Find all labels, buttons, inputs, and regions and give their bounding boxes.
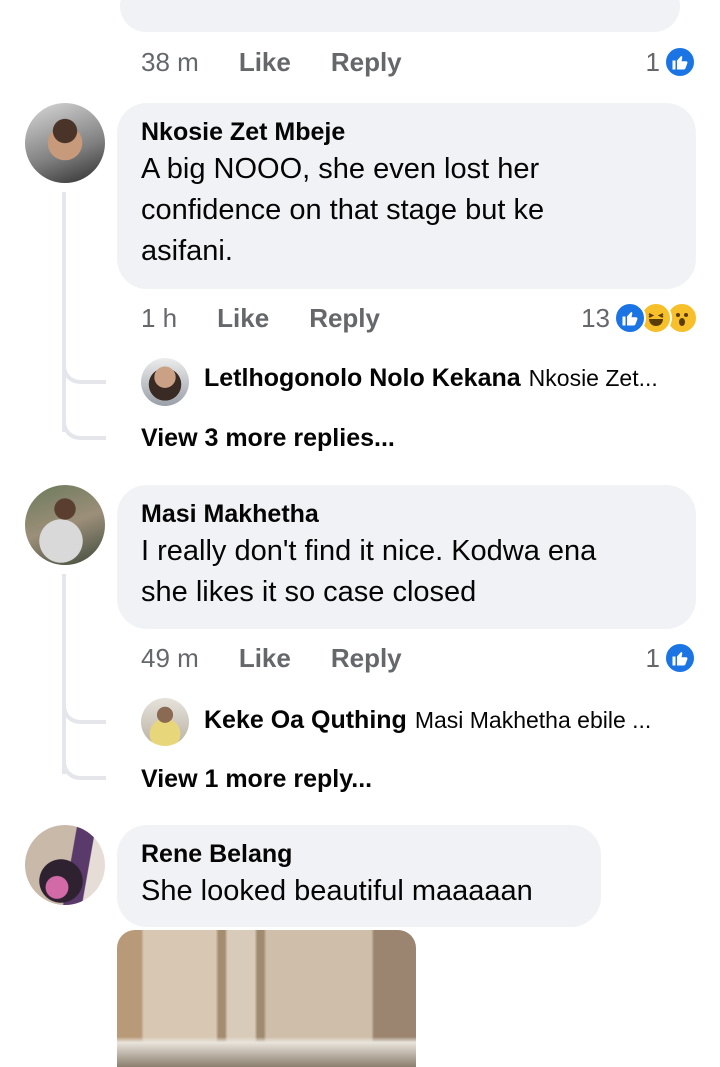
avatar[interactable] [141, 698, 189, 746]
avatar[interactable] [25, 103, 105, 183]
comment-bubble: Nkosie Zet Mbeje A big NOOO, she even lo… [117, 103, 696, 289]
comment-meta-row: 38 m Like Reply [141, 42, 442, 82]
view-more-replies-link[interactable]: View 1 more reply... [141, 765, 372, 794]
reply-snippet: Masi Makhetha ebile ... [414, 707, 652, 733]
reply-author: Letlhogonolo Nolo Kekana [204, 364, 521, 392]
reply-button[interactable]: Reply [309, 303, 380, 334]
comment-time: 49 m [141, 642, 199, 673]
reaction-summary[interactable]: 13 [581, 298, 698, 338]
comment-meta-row: 49 m Like Reply [141, 638, 442, 678]
thread-branch [62, 736, 106, 780]
thumbs-up-reaction-icon [614, 302, 646, 334]
comment-attached-image[interactable] [117, 930, 416, 1067]
avatar[interactable] [141, 358, 189, 406]
reaction-count: 1 [645, 642, 660, 673]
thread-branch [62, 340, 106, 384]
reply-preview[interactable]: Keke Oa Quthing Masi Makhetha ebile ... [204, 706, 651, 735]
reply-button[interactable]: Reply [331, 643, 402, 674]
reaction-summary[interactable]: 1 [646, 638, 696, 678]
comment-time: 38 m [141, 46, 199, 77]
like-button[interactable]: Like [239, 643, 291, 674]
reply-preview[interactable]: Letlhogonolo Nolo Kekana Nkosie Zet... [204, 364, 658, 393]
like-button[interactable]: Like [239, 47, 291, 78]
avatar[interactable] [25, 825, 105, 905]
thread-branch [62, 680, 106, 724]
reaction-count: 1 [645, 46, 660, 77]
comment-text: A big NOOO, she even lost her confidence… [141, 153, 545, 267]
comment-time: 1 h [141, 302, 178, 333]
comment-author[interactable]: Masi Makhetha [141, 499, 672, 529]
reaction-summary[interactable]: 1 [646, 42, 696, 82]
comment-meta-row: 1 h Like Reply [141, 298, 420, 338]
thumbs-up-reaction-icon [664, 642, 696, 674]
thread-branch [62, 396, 106, 440]
reply-button[interactable]: Reply [331, 47, 402, 78]
reply-snippet: Nkosie Zet... [528, 365, 658, 391]
comment-bubble: Rene Belang She looked beautiful maaaaan [117, 825, 601, 927]
comment-author[interactable]: Rene Belang [141, 839, 577, 869]
view-more-replies-link[interactable]: View 3 more replies... [141, 424, 395, 453]
comment-author[interactable]: Nkosie Zet Mbeje [141, 117, 672, 147]
comment-text: I really don't find it nice. Kodwa ena s… [141, 535, 597, 608]
reply-author: Keke Oa Quthing [204, 706, 407, 734]
comment-bubble: Masi Makhetha I really don't find it nic… [117, 485, 696, 629]
comment-text: She looked beautiful maaaaan [141, 875, 533, 907]
reaction-count: 13 [581, 302, 610, 333]
like-button[interactable]: Like [217, 303, 269, 334]
avatar[interactable] [25, 485, 105, 565]
thumbs-up-reaction-icon [664, 46, 696, 78]
previous-comment-bubble-edge [120, 0, 680, 32]
